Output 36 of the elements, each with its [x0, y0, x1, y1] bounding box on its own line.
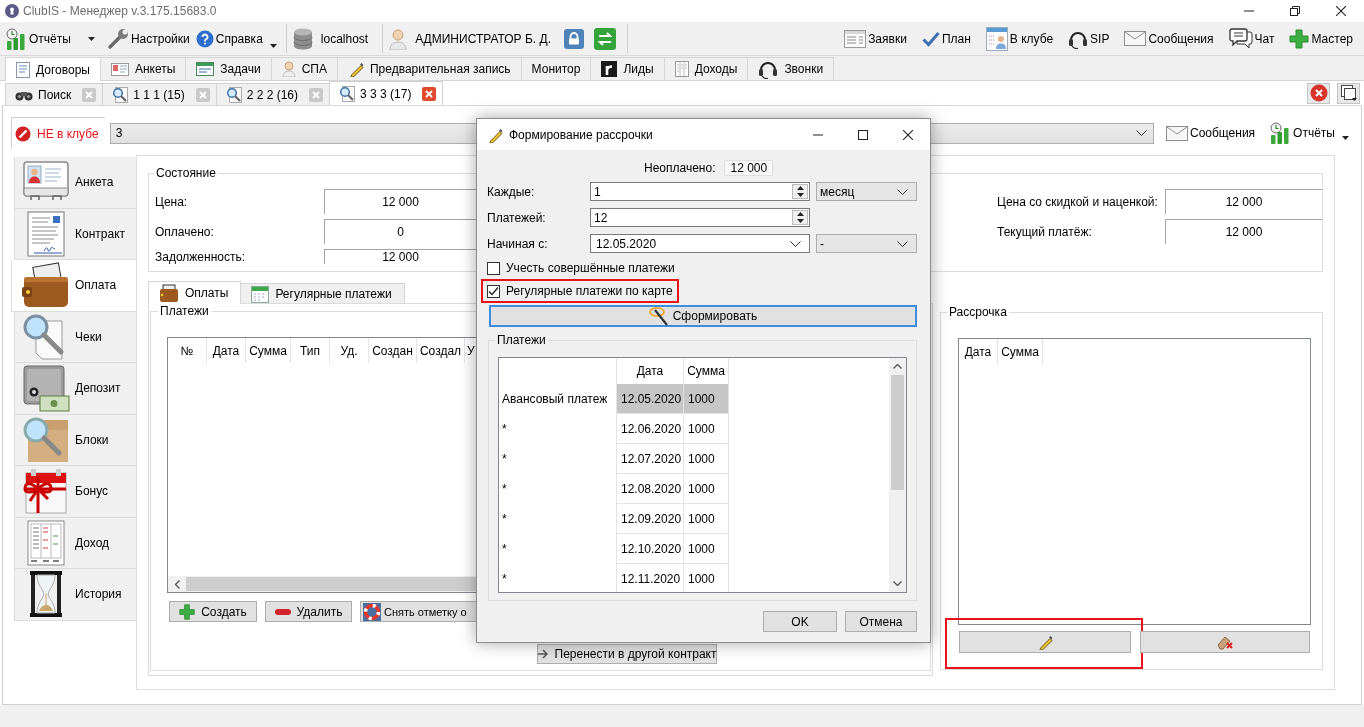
table-cell: 12.06.2020 — [617, 414, 684, 444]
status-indicator: НЕ в клубе — [11, 117, 105, 149]
value-field: 12 000 — [1165, 189, 1322, 214]
field-label: Неоплачено: — [644, 161, 716, 175]
value-field: 12 000 — [1165, 219, 1322, 244]
value-field: 12 000 — [324, 189, 476, 214]
server-name: localhost — [320, 31, 369, 46]
field-label: Текущий платёж: — [997, 224, 1093, 239]
table-cell: 12.08.2020 — [617, 474, 684, 504]
field-label: Цена: — [155, 194, 189, 209]
value-field: 12 000 — [724, 160, 774, 176]
table-cell: 1000 — [684, 444, 729, 474]
group-title: Рассрочка — [948, 305, 1008, 319]
table-cell: 1000 — [684, 414, 729, 444]
table-cell: 12.05.2020 — [617, 384, 684, 414]
group-title: Состояние — [155, 166, 217, 180]
value-field: 12 000 — [324, 249, 476, 264]
group-title: Платежи — [159, 304, 210, 318]
table-cell: 1000 — [684, 504, 729, 534]
table-cell: 12.09.2020 — [617, 504, 684, 534]
group-title: Платежи — [496, 333, 547, 347]
table-cell: 1000 — [684, 474, 729, 504]
user-name: АДМИНИСТРАТОР Б. Д. — [415, 31, 551, 46]
table-cell: 12.10.2020 — [617, 534, 684, 564]
window-title: ClubIS - Менеджер v.3.175.15683.0 — [23, 4, 217, 18]
field-label: Задолженность: — [155, 249, 247, 264]
value-field: 0 — [324, 219, 476, 244]
field-label: Каждые: — [487, 184, 536, 199]
table-cell: 12.07.2020 — [617, 444, 684, 474]
field-label: Начиная с: — [487, 236, 549, 251]
table-cell: 1000 — [684, 384, 729, 414]
field-label: Платежей: — [487, 210, 547, 225]
field-label: Цена со скидкой и наценкой: — [997, 194, 1159, 209]
field-label: Оплачено: — [155, 224, 215, 239]
table-cell: 1000 — [684, 534, 729, 564]
dialog-title: Формирование рассрочки — [509, 127, 653, 142]
